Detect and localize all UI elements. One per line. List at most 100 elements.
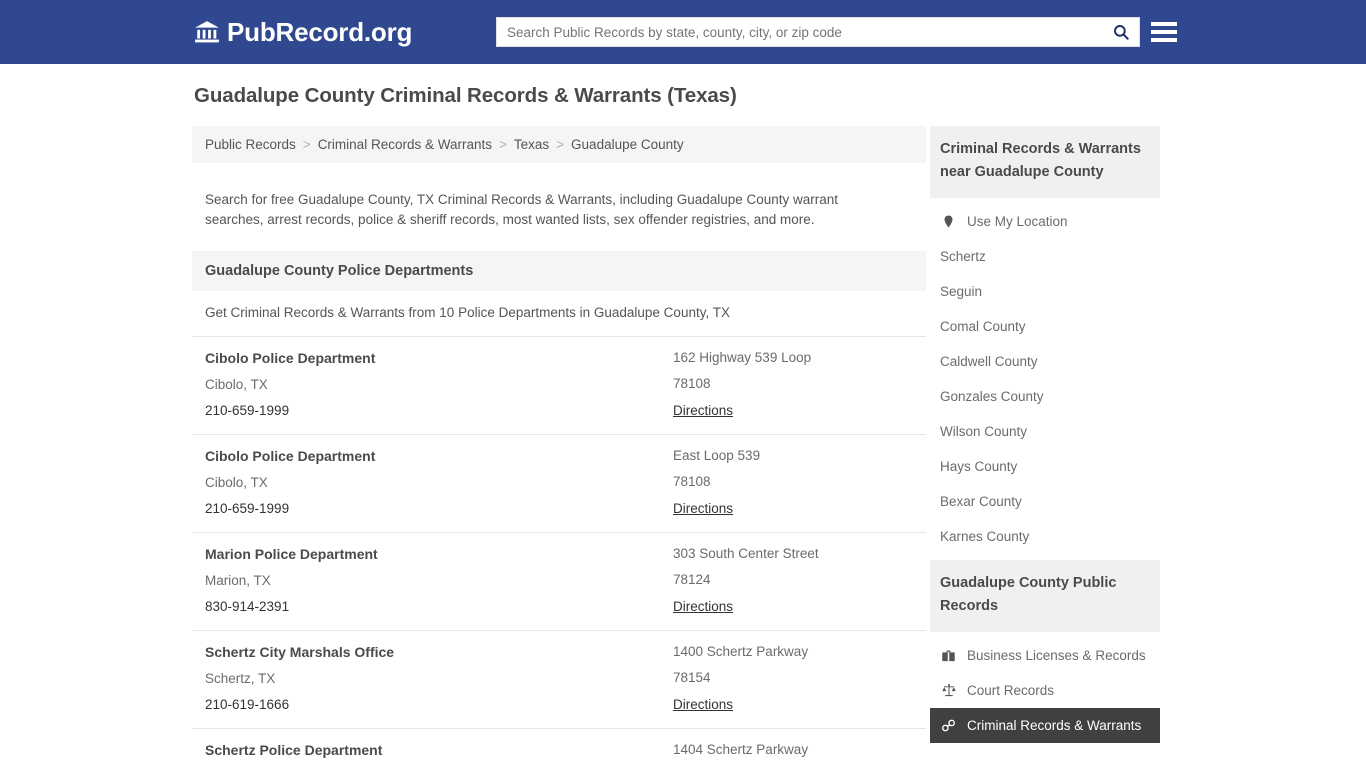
listing-address: 162 Highway 539 Loop [673,349,812,365]
directions-link[interactable]: Directions [673,403,733,418]
content-columns: Public Records > Criminal Records & Warr… [192,126,1366,768]
briefcase-icon [940,648,957,663]
sidebar-item-bexar-county[interactable]: Bexar County [930,484,1160,519]
search-button[interactable] [1103,18,1139,46]
sidebar-nearby-list: Use My Location Schertz Seguin Comal County… [930,198,1160,554]
map-pin-icon [940,214,957,229]
listing-phone[interactable]: 210-619-1666 [205,697,673,712]
breadcrumb-item-2[interactable]: Texas [514,137,549,152]
sidebar: Criminal Records & Warrants near Guadalu… [930,126,1160,749]
brand-logo-link[interactable]: PubRecord.org [194,19,412,45]
page-body: Guadalupe County Criminal Records & Warr… [0,64,1366,768]
sidebar-item-label: Schertz [940,249,986,264]
brand-name: PubRecord.org [227,17,413,47]
sidebar-item-schertz[interactable]: Schertz [930,239,1160,274]
search-input[interactable] [497,18,1103,46]
listing-address: 303 South Center Street [673,545,819,561]
sidebar-item-label: Bexar County [940,494,1022,509]
listing-name: Cibolo Police Department [205,447,376,464]
listing-phone[interactable]: 210-659-1999 [205,403,673,418]
table-row: Marion Police Department Marion, TX 830-91… [192,533,926,631]
sidebar-item-label: Business Licenses & Records [967,648,1146,663]
sidebar-item-court-records[interactable]: Court Records [930,673,1160,708]
listing-right-column: 1400 Schertz Parkway 78154 Directions [673,644,913,714]
listing-city: Cibolo, TX [205,474,268,490]
listing-left-column: Marion Police Department Marion, TX 830-91… [205,546,673,616]
bank-icon [194,19,220,45]
sidebar-public-records-box: Guadalupe County Public Records Business… [930,560,1160,743]
breadcrumb-separator: > [498,137,507,152]
sidebar-item-label: Seguin [940,284,983,299]
breadcrumb: Public Records > Criminal Records & Warr… [192,126,926,163]
listing-city: Cibolo, TX [205,376,268,392]
listing-address: East Loop 539 [673,447,761,463]
sidebar-item-comal-county[interactable]: Comal County [930,309,1160,344]
table-row: Cibolo Police Department Cibolo, TX 210-65… [192,335,926,435]
page-title: Guadalupe County Criminal Records & Warr… [194,84,737,107]
sidebar-item-label: Use My Location [967,214,1068,229]
sidebar-item-label: Hays County [940,459,1018,474]
site-header: PubRecord.org [0,0,1366,64]
listing-right-column: 162 Highway 539 Loop 78108 Directions [673,350,913,420]
listing-address: 1400 Schertz Parkway [673,643,809,659]
listing-zip: 78108 [673,375,711,391]
section-subheading: Get Criminal Records & Warrants from 10 … [205,304,730,320]
sidebar-nearby-heading: Criminal Records & Warrants near Guadalu… [930,126,1160,198]
listing-phone[interactable]: 210-659-1999 [205,501,673,516]
sidebar-item-caldwell-county[interactable]: Caldwell County [930,344,1160,379]
listing-name: Schertz City Marshals Office [205,643,395,660]
sidebar-item-seguin[interactable]: Seguin [930,274,1160,309]
handcuffs-icon [940,718,957,733]
sidebar-public-records-heading: Guadalupe County Public Records [930,560,1160,632]
sidebar-item-label: Court Records [967,683,1055,698]
sidebar-item-karnes-county[interactable]: Karnes County [930,519,1160,554]
listing-left-column: Cibolo Police Department Cibolo, TX 210-65… [205,350,673,420]
sidebar-item-label: Caldwell County [940,354,1038,369]
sidebar-public-records-list: Business Licenses & Records Court Records… [930,632,1160,743]
breadcrumb-item-0[interactable]: Public Records [205,137,296,152]
listing-right-column: 303 South Center Street 78124 Directions [673,546,913,616]
sidebar-nearby-box: Criminal Records & Warrants near Guadalu… [930,126,1160,554]
listing-left-column: Schertz Police DepartmentSchertz, TX210-… [205,742,673,768]
sidebar-item-label: Comal County [940,319,1026,334]
sidebar-item-gonzales-county[interactable]: Gonzales County [930,379,1160,414]
breadcrumb-separator: > [556,137,565,152]
breadcrumb-item-1[interactable]: Criminal Records & Warrants [318,137,492,152]
breadcrumb-item-3[interactable]: Guadalupe County [571,137,684,152]
listing-left-column: Cibolo Police Department Cibolo, TX 210-65… [205,448,673,518]
listing-phone[interactable]: 830-914-2391 [205,599,673,614]
section-heading: Guadalupe County Police Departments [192,250,926,291]
sidebar-item-business-licenses-records[interactable]: Business Licenses & Records [930,638,1160,673]
listing-name: Marion Police Department [205,545,378,562]
main-content: Public Records > Criminal Records & Warr… [192,126,926,768]
sidebar-item-label: Criminal Records & Warrants [967,718,1142,733]
listing-right-column: East Loop 539 78108 Directions [673,448,913,518]
directions-link[interactable]: Directions [673,501,733,516]
directions-link[interactable]: Directions [673,599,733,614]
listing-address: 1404 Schertz Parkway [673,741,809,757]
sidebar-item-label: Wilson County [940,424,1028,439]
listing-left-column: Schertz City Marshals Office Schertz, TX 2… [205,644,673,714]
listing-name: Cibolo Police Department [205,349,376,366]
sidebar-item-wilson-county[interactable]: Wilson County [930,414,1160,449]
listing-zip: 78124 [673,571,711,587]
breadcrumb-separator: > [302,137,311,152]
menu-bar-2 [1151,30,1177,34]
sidebar-item-label: Gonzales County [940,389,1044,404]
directions-link[interactable]: Directions [673,697,733,712]
scales-icon [940,683,957,698]
table-row: Schertz Police DepartmentSchertz, TX210-… [192,729,926,768]
hamburger-menu-icon[interactable] [1151,18,1177,46]
sidebar-item-hays-county[interactable]: Hays County [930,449,1160,484]
search-icon [1112,23,1130,41]
table-row: Schertz City Marshals Office Schertz, TX 2… [192,631,926,729]
page-intro-text: Search for free Guadalupe County, TX Cri… [205,191,839,227]
listing-city: Schertz, TX [205,670,276,686]
sidebar-item-label: Karnes County [940,529,1030,544]
sidebar-item-use-my-location[interactable]: Use My Location [930,204,1160,239]
sidebar-item-criminal-records-warrants[interactable]: Criminal Records & Warrants [930,708,1160,743]
listing-zip: 78154 [673,669,711,685]
menu-bar-3 [1151,38,1177,42]
table-row: Cibolo Police Department Cibolo, TX 210-65… [192,435,926,533]
listing-name: Schertz Police Department [205,741,383,758]
